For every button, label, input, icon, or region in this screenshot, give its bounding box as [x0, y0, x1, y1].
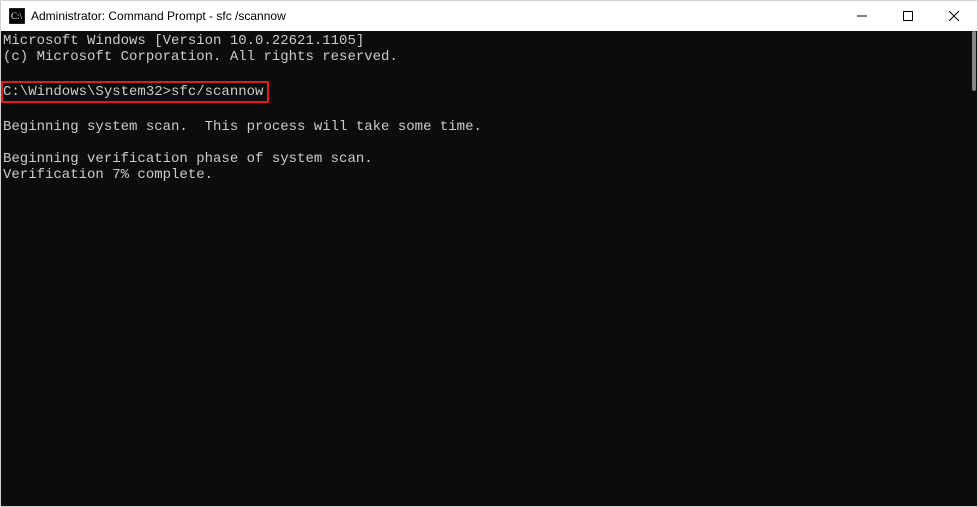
output-line: Beginning system scan. This process will…	[3, 119, 963, 135]
maximize-button[interactable]	[885, 1, 931, 31]
blank-line	[3, 65, 963, 81]
window-title: Administrator: Command Prompt - sfc /sca…	[31, 9, 286, 23]
svg-text:C:\: C:\	[11, 11, 23, 21]
cmd-icon: C:\	[9, 8, 25, 24]
terminal-area: Microsoft Windows [Version 10.0.22621.11…	[1, 31, 977, 506]
scroll-thumb[interactable]	[972, 31, 976, 91]
command-highlight: C:\Windows\System32>sfc/scannow	[1, 81, 269, 103]
scrollbar[interactable]	[963, 31, 977, 506]
close-button[interactable]	[931, 1, 977, 31]
titlebar[interactable]: C:\ Administrator: Command Prompt - sfc …	[1, 1, 977, 31]
output-line: (c) Microsoft Corporation. All rights re…	[3, 49, 963, 65]
output-line: Microsoft Windows [Version 10.0.22621.11…	[3, 33, 963, 49]
minimize-button[interactable]	[839, 1, 885, 31]
terminal-output[interactable]: Microsoft Windows [Version 10.0.22621.11…	[1, 31, 963, 506]
blank-line	[3, 103, 963, 119]
output-line: Beginning verification phase of system s…	[3, 151, 963, 167]
window-controls	[839, 1, 977, 31]
blank-line	[3, 135, 963, 151]
prompt-line: C:\Windows\System32>sfc/scannow	[3, 81, 963, 103]
output-line: Verification 7% complete.	[3, 167, 963, 183]
command-prompt-window: C:\ Administrator: Command Prompt - sfc …	[0, 0, 978, 507]
